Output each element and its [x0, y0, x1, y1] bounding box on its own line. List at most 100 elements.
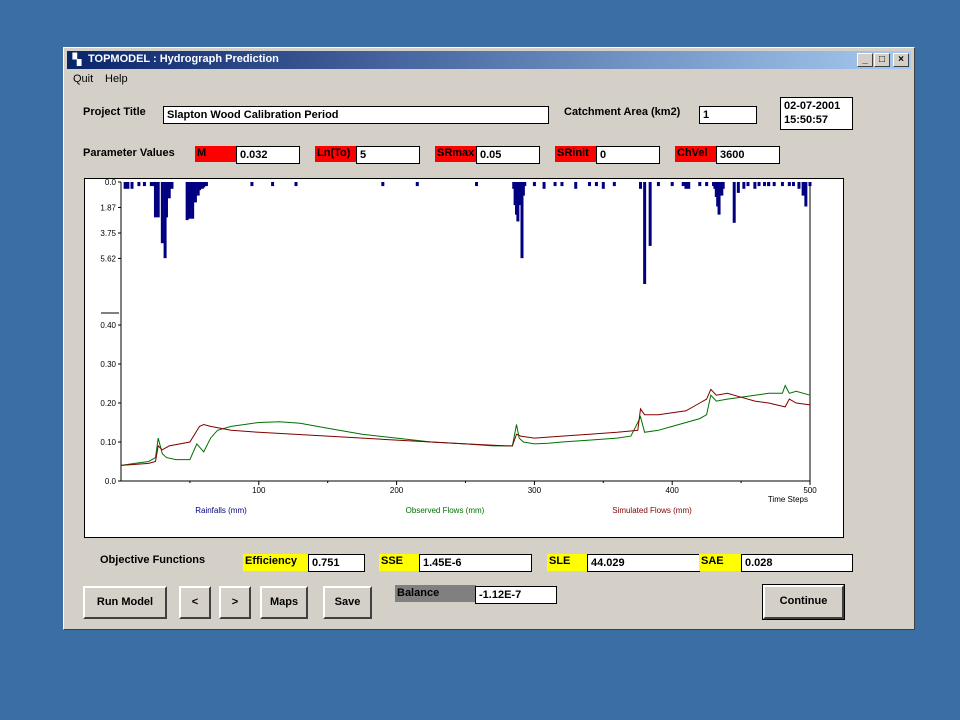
objective-sae-label: SAE: [699, 554, 741, 571]
legend-simulated: Simulated Flows (mm): [612, 506, 692, 515]
balance-field[interactable]: -1.12E-7: [475, 586, 557, 604]
close-button[interactable]: ×: [893, 53, 909, 67]
rainfall-bar: [687, 182, 691, 189]
minimize-button[interactable]: _: [857, 53, 873, 67]
previous-button[interactable]: <: [179, 586, 211, 619]
run-model-button[interactable]: Run Model: [83, 586, 167, 619]
rainfall-bar: [742, 182, 746, 189]
rainfall-bar: [681, 182, 685, 187]
rainfall-bar: [523, 182, 527, 187]
app-icon: ▚: [72, 54, 82, 66]
save-button[interactable]: Save: [323, 586, 372, 619]
flow-tick-label: 0.40: [100, 321, 116, 330]
x-axis-label: Time Steps: [768, 495, 808, 504]
param-chvel-field[interactable]: 3600: [716, 146, 780, 164]
param-lnto-field[interactable]: 5: [356, 146, 420, 164]
rainfall-bar: [553, 182, 557, 187]
balance-label: Balance: [395, 585, 476, 602]
param-srinit-label: SRinit: [555, 146, 596, 162]
catchment-area-label: Catchment Area (km2): [564, 106, 681, 118]
rainfall-bar: [130, 182, 134, 189]
rainfall-bar: [594, 182, 598, 187]
menu-quit[interactable]: Quit: [73, 73, 93, 85]
param-chvel-label: ChVel: [675, 146, 716, 162]
rainfall-bar: [705, 182, 709, 187]
rainfall-bar: [588, 182, 592, 187]
objective-sse-label: SSE: [379, 554, 419, 571]
rainfall-bar: [202, 182, 206, 188]
rainfall-bar: [612, 182, 616, 187]
next-button[interactable]: >: [219, 586, 251, 619]
objective-sae-field[interactable]: 0.028: [741, 554, 853, 572]
rainfall-bar: [250, 182, 254, 187]
legend-observed: Observed Flows (mm): [406, 506, 485, 515]
rainfall-bar: [732, 182, 736, 223]
flow-tick-label: 0.0: [105, 477, 117, 486]
rainfall-bar: [656, 182, 660, 187]
rainfall-bar: [142, 182, 146, 187]
rainfall-bar: [137, 182, 141, 187]
x-tick-label: 100: [252, 486, 266, 495]
simulated-flow-line: [120, 388, 811, 466]
rain-tick-label: 3.75: [100, 229, 116, 238]
rainfall-bar: [198, 182, 202, 191]
rainfall-bar: [801, 182, 805, 196]
rainfall-bar: [123, 182, 127, 189]
rainfall-bar: [736, 182, 740, 193]
rainfall-bar: [149, 182, 153, 187]
rainfall-bar: [757, 182, 761, 187]
project-title-label: Project Title: [83, 106, 146, 118]
datetime-display: 02-07-2001 15:50:57: [780, 97, 853, 130]
param-srinit-field[interactable]: 0: [596, 146, 660, 164]
title-bar[interactable]: ▚ TOPMODEL : Hydrograph Prediction _ □ ×: [67, 51, 911, 69]
param-m-field[interactable]: 0.032: [236, 146, 300, 164]
rainfall-bar: [746, 182, 750, 187]
rainfall-bar: [381, 182, 385, 187]
rainfall-bar: [684, 182, 688, 189]
rainfall-bar: [415, 182, 419, 187]
rainfall-bar: [160, 182, 164, 244]
catchment-area-field[interactable]: 1: [699, 106, 757, 124]
flow-tick-label: 0.20: [100, 399, 116, 408]
rainfall-bar: [532, 182, 536, 187]
observed-flow-line: [120, 384, 811, 466]
maps-button[interactable]: Maps: [260, 586, 308, 619]
rainfall-bar: [170, 182, 174, 189]
rainfall-bar: [717, 182, 721, 215]
rainfall-bar: [791, 182, 795, 187]
menu-bar: Quit Help: [67, 71, 911, 89]
param-lnto-label: Ln(To): [315, 146, 356, 162]
rain-tick-label: 0.0: [105, 179, 117, 187]
maximize-button[interactable]: □: [874, 53, 890, 67]
param-srmax-field[interactable]: 0.05: [476, 146, 540, 164]
rainfall-bar: [560, 182, 564, 187]
project-title-field[interactable]: Slapton Wood Calibration Period: [163, 106, 549, 124]
rainfall-bar: [698, 182, 702, 187]
rainfall-bar: [804, 182, 808, 207]
parameter-values-label: Parameter Values: [83, 147, 175, 159]
rainfall-bar: [193, 182, 197, 203]
objective-sse-field[interactable]: 1.45E-6: [419, 554, 532, 572]
rainfall-bar: [753, 182, 757, 189]
date-text: 02-07-2001: [784, 100, 841, 112]
rainfall-bar: [797, 182, 801, 189]
objective-efficiency-field[interactable]: 0.751: [308, 554, 365, 572]
rainfall-bar: [772, 182, 776, 187]
rainfall-bar: [720, 182, 724, 196]
objective-sle-field[interactable]: 44.029: [587, 554, 700, 572]
menu-help[interactable]: Help: [105, 73, 128, 85]
continue-button[interactable]: Continue: [762, 584, 845, 620]
param-m-label: M: [195, 146, 236, 162]
x-tick-label: 400: [666, 486, 680, 495]
rainfall-bar: [164, 182, 168, 218]
flow-tick-label: 0.30: [100, 360, 116, 369]
rain-tick-label: 5.62: [100, 254, 116, 263]
rainfall-bar: [643, 182, 647, 284]
legend-rainfall: Rainfalls (mm): [195, 506, 247, 515]
topmodel-window: ▚ TOPMODEL : Hydrograph Prediction _ □ ×…: [63, 47, 915, 630]
rainfall-bar: [648, 182, 652, 246]
rainfall-bar: [294, 182, 298, 187]
rainfall-bar: [191, 182, 195, 219]
rainfall-bar: [670, 182, 674, 187]
time-text: 15:50:57: [784, 114, 829, 126]
